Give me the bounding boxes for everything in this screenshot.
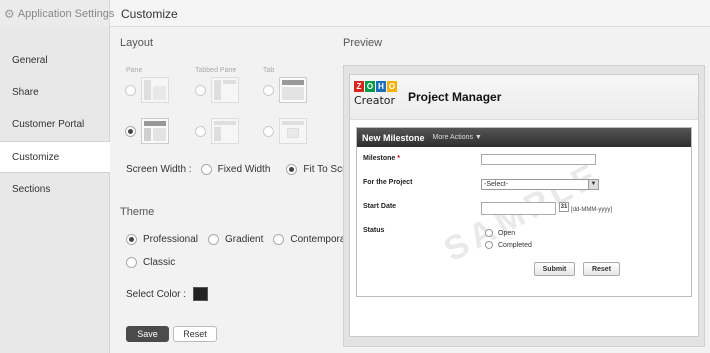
theme-professional-radio[interactable]: [126, 234, 137, 245]
preview-heading: Preview: [343, 37, 383, 49]
logo-letter: O: [387, 81, 397, 92]
preview-reset-button[interactable]: Reset: [583, 262, 620, 276]
sidebar-item-customize[interactable]: Customize: [0, 141, 111, 173]
tabbed-pane-label: Tabbed Pane: [195, 67, 237, 74]
theme-options-row-2: Classic: [126, 257, 175, 268]
status-completed-radio[interactable]: [485, 241, 493, 249]
form-title: New Milestone: [362, 132, 425, 143]
sidebar-item-customer-portal[interactable]: Customer Portal: [0, 108, 110, 140]
preview-header: Z O H O Creator Project Manager: [350, 75, 698, 120]
layout-pane-top-icon: [141, 118, 169, 144]
layout-tabbed-left-icon: [211, 77, 239, 103]
zoho-creator-logo: Z O H O Creator: [354, 81, 400, 114]
sidebar-item-label: General: [12, 54, 48, 66]
status-open-radio[interactable]: [485, 229, 493, 237]
start-date-label: Start Date: [363, 203, 397, 210]
layout-option-tab-top[interactable]: [263, 77, 307, 103]
status-open-label: Open: [498, 229, 516, 237]
logo-creator-text: Creator: [354, 94, 396, 107]
app-settings-link[interactable]: ⚙ Application Settings: [0, 0, 114, 27]
select-color-row: Select Color :: [126, 287, 209, 301]
layout-radio[interactable]: [195, 84, 206, 96]
date-format-hint: [dd-MMM-yyyy]: [571, 207, 612, 213]
layout-option-tab-center[interactable]: [263, 118, 307, 144]
milestone-label-text: Milestone: [363, 155, 396, 162]
logo-letter: H: [376, 81, 386, 92]
sidebar-item-sections[interactable]: Sections: [0, 173, 110, 205]
page-title: Customize: [121, 7, 178, 21]
layout-heading: Layout: [120, 37, 154, 49]
logo-letter: O: [365, 81, 375, 92]
gear-icon: ⚙: [4, 6, 15, 21]
layout-option-pane-left[interactable]: [125, 77, 169, 103]
layout-option-pane-top[interactable]: [125, 118, 169, 144]
layout-tab-top-icon: [279, 77, 307, 103]
preview-app: Z O H O Creator Project Manager New Mile…: [349, 74, 699, 337]
screen-width-label: Screen Width :: [126, 164, 192, 175]
save-button[interactable]: Save: [126, 326, 169, 342]
milestone-input[interactable]: [481, 154, 596, 165]
sidebar-item-label: Customize: [12, 151, 60, 163]
project-label: For the Project: [363, 179, 413, 186]
submit-button[interactable]: Submit: [534, 262, 575, 276]
calendar-icon[interactable]: 31: [559, 202, 569, 212]
theme-classic-label[interactable]: Classic: [143, 257, 175, 268]
logo-letter: Z: [354, 81, 364, 92]
status-completed-option[interactable]: Completed: [485, 241, 532, 249]
layout-radio[interactable]: [263, 125, 274, 137]
project-select[interactable]: -Select- ▼: [481, 179, 599, 190]
layout-radio[interactable]: [263, 84, 274, 96]
required-mark: *: [397, 155, 400, 162]
preview-app-title: Project Manager: [408, 90, 502, 104]
sidebar-item-general[interactable]: General: [0, 44, 110, 76]
preview-form-header: New Milestone More Actions ▼: [357, 128, 691, 147]
status-completed-label: Completed: [498, 241, 532, 249]
milestone-label: Milestone *: [363, 155, 400, 162]
project-select-value: -Select-: [484, 181, 509, 188]
preview-form: New Milestone More Actions ▼ SAMPLE Mile…: [356, 127, 692, 297]
theme-heading: Theme: [120, 206, 155, 218]
select-color-label: Select Color :: [126, 288, 187, 300]
sidebar-item-share[interactable]: Share: [0, 76, 110, 108]
layout-radio[interactable]: [195, 125, 206, 137]
fixed-width-label[interactable]: Fixed Width: [218, 164, 271, 175]
main-panel: Layout Pane Tabbed Pane Tab Screen Width…: [110, 27, 710, 353]
start-date-input[interactable]: [481, 202, 556, 215]
more-actions-menu[interactable]: More Actions ▼: [433, 134, 482, 141]
layout-tab-center-icon: [279, 118, 307, 144]
sidebar-item-label: Customer Portal: [12, 118, 85, 130]
tab-label: Tab: [263, 67, 275, 74]
sidebar-item-label: Share: [12, 86, 39, 98]
layout-option-tabbed-left[interactable]: [195, 77, 239, 103]
dropdown-arrow-icon: ▼: [588, 180, 598, 189]
sidebar: General Share Customer Portal Customize …: [0, 27, 111, 353]
theme-options-row: Professional Gradient Contemporary: [126, 234, 354, 245]
theme-gradient-radio[interactable]: [208, 234, 220, 245]
status-open-option[interactable]: Open: [485, 229, 515, 237]
status-label: Status: [363, 227, 385, 234]
layout-tabbed-top-icon: [211, 118, 239, 144]
fixed-width-radio[interactable]: [200, 164, 212, 175]
app-settings-label: Application Settings: [17, 7, 115, 20]
layout-radio-selected[interactable]: [125, 125, 136, 137]
sidebar-item-label: Sections: [12, 183, 51, 195]
layout-pane-left-icon: [141, 77, 169, 103]
top-header: ⚙ Application Settings Customize: [0, 0, 710, 27]
fit-to-screen-radio[interactable]: [286, 164, 298, 175]
layout-radio[interactable]: [125, 84, 136, 96]
theme-professional-label[interactable]: Professional: [143, 234, 198, 245]
layout-option-tabbed-top[interactable]: [195, 118, 239, 144]
reset-button[interactable]: Reset: [173, 326, 217, 342]
theme-contemporary-radio[interactable]: [273, 234, 285, 245]
pane-label: Pane: [126, 67, 143, 74]
screen-width-row: Screen Width : Fixed Width Fit To Screen: [126, 164, 362, 175]
theme-classic-radio[interactable]: [126, 257, 137, 268]
color-swatch[interactable]: [193, 287, 209, 301]
theme-gradient-label[interactable]: Gradient: [225, 234, 263, 245]
preview-frame: Z O H O Creator Project Manager New Mile…: [343, 65, 705, 347]
